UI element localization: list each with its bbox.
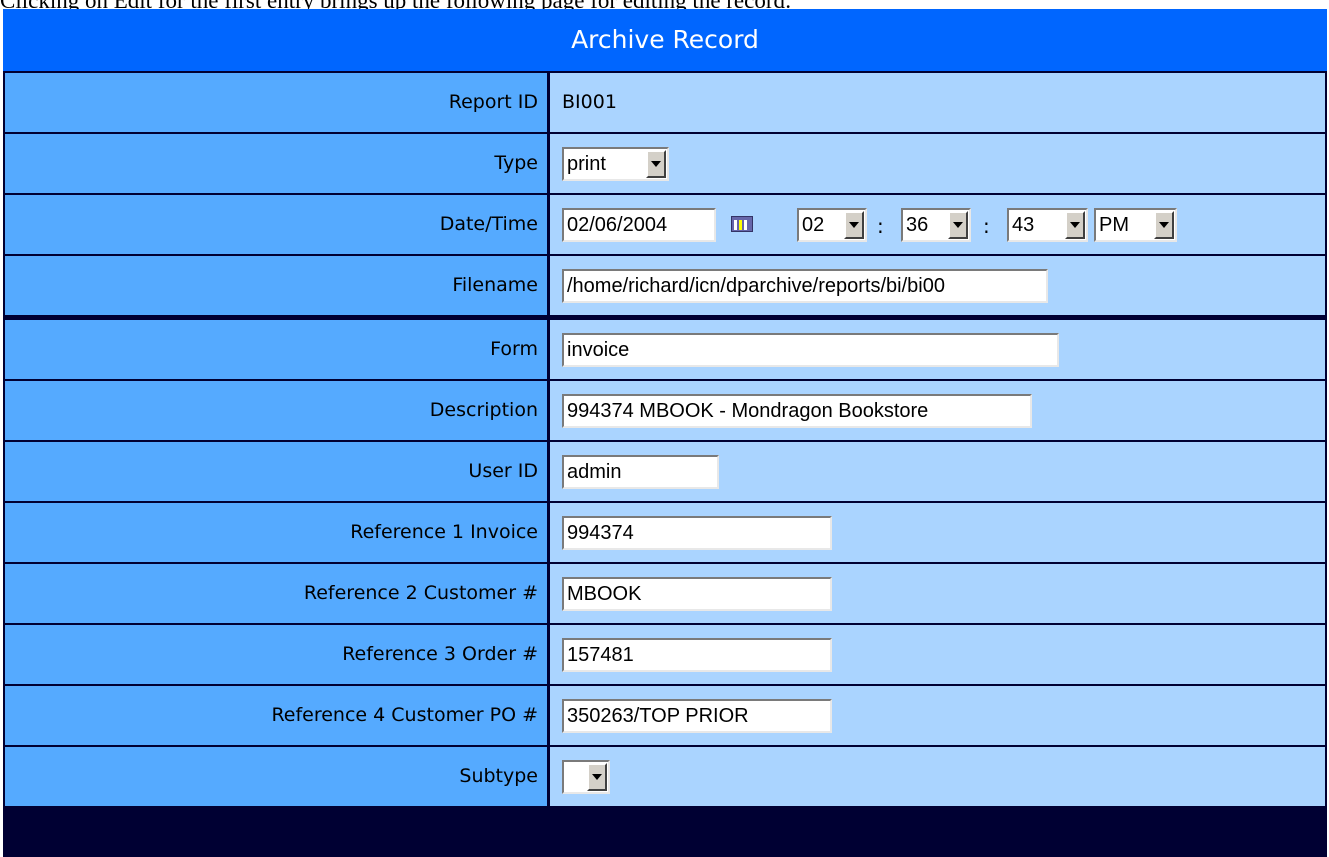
hour-select-value: 02 [802,214,825,236]
row-type: Type print [3,134,1327,193]
ampm-select[interactable]: PM [1094,208,1177,242]
second-select-value: 43 [1012,214,1035,236]
reference-1-label: Reference 1 Invoice [5,503,547,562]
reference-3-input[interactable]: 157481 [562,638,832,672]
reference-3-cell: 157481 [550,625,1325,684]
date-input[interactable]: 02/06/2004 [562,208,716,242]
row-reference-3: Reference 3 Order # 157481 [3,625,1327,684]
description-input[interactable]: 994374 MBOOK - Mondragon Bookstore [562,394,1032,428]
user-id-label: User ID [5,442,547,501]
description-label: Description [5,381,547,440]
reference-4-cell: 350263/TOP PRIOR [550,686,1325,745]
user-id-cell: admin [550,442,1325,501]
report-id-cell: BI001 [550,73,1325,132]
page-title: Archive Record [3,9,1327,71]
subtype-cell [550,747,1325,806]
second-select[interactable]: 43 [1007,208,1088,242]
description-cell: 994374 MBOOK - Mondragon Bookstore [550,381,1325,440]
row-reference-1: Reference 1 Invoice 994374 [3,503,1327,562]
reference-4-label: Reference 4 Customer PO # [5,686,547,745]
reference-1-cell: 994374 [550,503,1325,562]
minute-select[interactable]: 36 [901,208,971,242]
filename-label: Filename [5,256,547,315]
row-reference-2: Reference 2 Customer # MBOOK [3,564,1327,623]
row-subtype: Subtype [3,747,1327,806]
type-select-value: print [567,153,606,175]
type-cell: print [550,134,1325,193]
chevron-down-icon[interactable] [948,211,968,239]
chevron-down-icon[interactable] [587,763,607,791]
time-separator: : [877,214,884,238]
subtype-select[interactable] [562,760,610,794]
row-datetime: Date/Time 02/06/2004 02 : 36 : 43 PM [3,195,1327,254]
row-filename: Filename /home/richard/icn/dparchive/rep… [3,256,1327,315]
hour-select[interactable]: 02 [797,208,867,242]
form-label: Form [5,320,547,379]
chevron-down-icon[interactable] [844,211,864,239]
datetime-label: Date/Time [5,195,547,254]
report-id-label: Report ID [5,73,547,132]
ampm-select-value: PM [1099,214,1129,236]
chevron-down-icon[interactable] [1065,211,1085,239]
user-id-input[interactable]: admin [562,455,719,489]
archive-record-table: Archive Record Report ID BI001 Type prin… [3,9,1327,857]
chevron-down-icon[interactable] [1154,211,1174,239]
calendar-icon[interactable] [731,216,753,232]
reference-1-input[interactable]: 994374 [562,516,832,550]
chevron-down-icon[interactable] [646,150,666,178]
row-user-id: User ID admin [3,442,1327,501]
subtype-label: Subtype [5,747,547,806]
row-reference-4: Reference 4 Customer PO # 350263/TOP PRI… [3,686,1327,745]
form-input[interactable]: invoice [562,333,1059,367]
reference-2-cell: MBOOK [550,564,1325,623]
time-separator: : [983,214,990,238]
row-form: Form invoice [3,320,1327,379]
row-report-id: Report ID BI001 [3,73,1327,132]
report-id-value: BI001 [562,91,617,113]
filename-input[interactable]: /home/richard/icn/dparchive/reports/bi/b… [562,269,1048,303]
reference-2-label: Reference 2 Customer # [5,564,547,623]
reference-3-label: Reference 3 Order # [5,625,547,684]
form-cell: invoice [550,320,1325,379]
type-select[interactable]: print [562,147,669,181]
datetime-cell: 02/06/2004 02 : 36 : 43 PM [550,195,1325,254]
row-description: Description 994374 MBOOK - Mondragon Boo… [3,381,1327,440]
filename-cell: /home/richard/icn/dparchive/reports/bi/b… [550,256,1325,315]
minute-select-value: 36 [906,214,929,236]
type-label: Type [5,134,547,193]
reference-2-input[interactable]: MBOOK [562,577,832,611]
reference-4-input[interactable]: 350263/TOP PRIOR [562,699,832,733]
